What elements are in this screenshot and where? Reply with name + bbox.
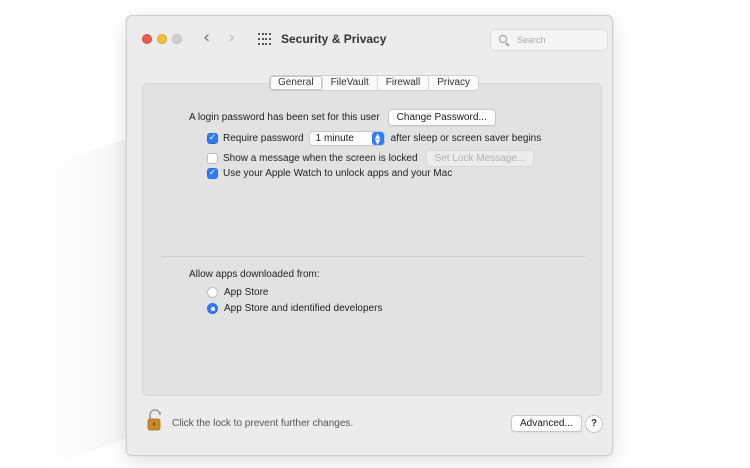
login-password-text: A login password has been set for this u…: [189, 112, 380, 123]
set-lock-message-button[interactable]: Set Lock Message...: [425, 150, 535, 167]
identified-developers-radio[interactable]: [207, 303, 218, 314]
require-password-suffix: after sleep or screen saver begins: [390, 133, 542, 144]
allow-apps-heading: Allow apps downloaded from:: [189, 269, 320, 280]
show-message-label: Show a message when the screen is locked: [223, 153, 418, 164]
tab-bar: General FileVault Firewall Privacy: [269, 75, 479, 91]
apple-watch-checkbox[interactable]: ✓: [207, 168, 218, 179]
back-icon[interactable]: ‹: [203, 27, 210, 49]
show-all-grid-icon[interactable]: [258, 33, 271, 46]
advanced-button[interactable]: Advanced...: [511, 415, 582, 432]
help-button[interactable]: ?: [585, 415, 603, 433]
close-button[interactable]: [142, 34, 152, 44]
search-field[interactable]: [490, 29, 608, 51]
require-password-delay-select[interactable]: 1 minute ▲ ▼: [308, 131, 385, 146]
require-password-label: Require password: [223, 133, 304, 144]
tab-filevault[interactable]: FileVault: [323, 76, 378, 90]
apple-watch-row: ✓ Use your Apple Watch to unlock apps an…: [207, 168, 452, 179]
window-title: Security & Privacy: [281, 32, 387, 46]
show-message-row: Show a message when the screen is locked…: [207, 150, 535, 167]
require-password-row: ✓ Require password 1 minute ▲ ▼ after sle…: [207, 131, 541, 146]
allow-apps-heading-row: Allow apps downloaded from:: [189, 269, 320, 280]
allow-identified-row: App Store and identified developers: [207, 303, 382, 314]
show-message-checkbox[interactable]: [207, 153, 218, 164]
minimize-button[interactable]: [157, 34, 167, 44]
login-password-row: A login password has been set for this u…: [189, 109, 496, 126]
section-divider: [161, 256, 585, 257]
general-panel: A login password has been set for this u…: [142, 83, 602, 396]
require-password-checkbox[interactable]: ✓: [207, 133, 218, 144]
forward-icon[interactable]: ›: [228, 27, 235, 49]
zoom-button[interactable]: [172, 34, 182, 44]
security-privacy-window: ‹ › Security & Privacy General FileVault…: [126, 15, 613, 456]
search-icon: [499, 35, 509, 45]
tab-general[interactable]: General: [270, 76, 323, 90]
lock-status-text: Click the lock to prevent further change…: [172, 418, 354, 429]
app-store-radio[interactable]: [207, 287, 218, 298]
titlebar: ‹ › Security & Privacy: [127, 16, 612, 62]
identified-developers-label: App Store and identified developers: [224, 303, 383, 314]
allow-app-store-row: App Store: [207, 287, 268, 298]
require-password-delay-value: 1 minute: [315, 133, 354, 144]
apple-watch-label: Use your Apple Watch to unlock apps and …: [223, 168, 453, 179]
tab-firewall[interactable]: Firewall: [378, 76, 430, 90]
tab-privacy[interactable]: Privacy: [429, 76, 478, 90]
lock-icon[interactable]: [147, 409, 163, 431]
app-store-label: App Store: [224, 287, 269, 298]
search-input[interactable]: [517, 35, 607, 45]
change-password-button[interactable]: Change Password...: [387, 109, 496, 126]
chevron-up-down-icon: ▲ ▼: [371, 132, 384, 145]
